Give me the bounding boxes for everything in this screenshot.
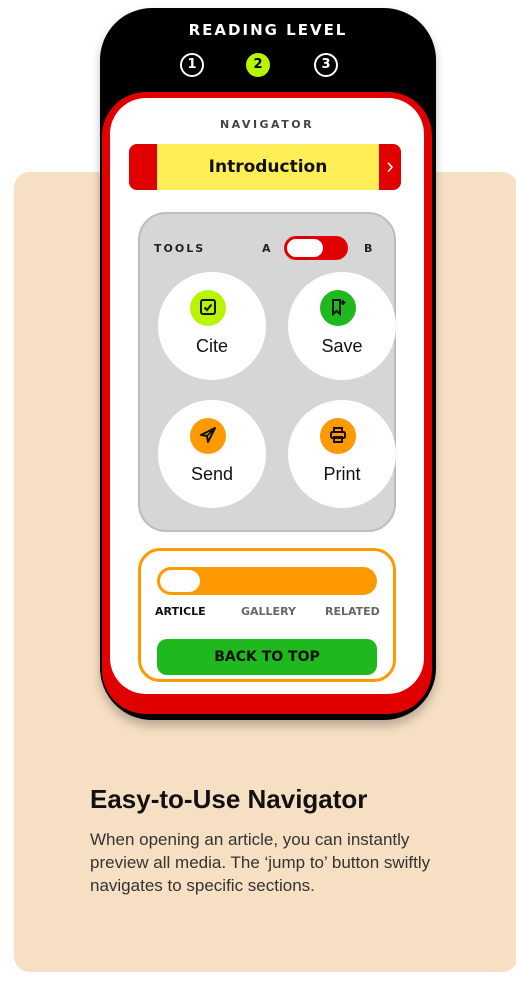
save-label: Save bbox=[321, 336, 363, 356]
media-tab-slider-knob[interactable] bbox=[160, 570, 200, 592]
media-navigation-panel: ARTICLE GALLERY RELATED BACK TO TOP bbox=[138, 548, 396, 682]
reading-level-1-button[interactable]: 1 bbox=[180, 53, 204, 77]
next-section-chevron-icon[interactable]: › bbox=[379, 144, 401, 190]
cite-label: Cite bbox=[195, 336, 228, 356]
tools-label: TOOLS bbox=[154, 242, 206, 255]
send-label: Send bbox=[190, 464, 234, 484]
tab-gallery[interactable]: GALLERY bbox=[241, 605, 296, 618]
save-button[interactable]: Save bbox=[288, 272, 396, 380]
back-to-top-button[interactable]: BACK TO TOP bbox=[157, 639, 377, 675]
navigator-label: NAVIGATOR bbox=[219, 118, 315, 131]
media-tab-slider[interactable] bbox=[157, 567, 377, 595]
cite-button[interactable]: Cite bbox=[158, 272, 266, 380]
navigator-frame: NAVIGATOR Introduction › TOOLS A B Cite bbox=[102, 92, 432, 714]
send-button[interactable]: Send bbox=[158, 400, 266, 508]
current-section-label: Introduction bbox=[208, 157, 328, 177]
toggle-label-a: A bbox=[262, 242, 271, 255]
print-label: Print bbox=[323, 464, 361, 484]
tools-ab-toggle[interactable] bbox=[284, 236, 348, 260]
tab-article[interactable]: ARTICLE bbox=[155, 605, 206, 618]
check-square-icon bbox=[190, 290, 226, 326]
section-selector[interactable]: Introduction › bbox=[129, 144, 401, 190]
navigator-panel: NAVIGATOR Introduction › TOOLS A B Cite bbox=[110, 98, 424, 694]
toggle-label-b: B bbox=[364, 242, 373, 255]
paper-plane-icon bbox=[190, 418, 226, 454]
feature-heading: Easy-to-Use Navigator bbox=[90, 784, 368, 814]
bookmark-add-icon bbox=[320, 290, 356, 326]
tools-panel: TOOLS A B Cite Save Send Print bbox=[138, 212, 396, 532]
toggle-knob bbox=[287, 239, 323, 257]
reading-level-title: READING LEVEL bbox=[188, 21, 348, 39]
printer-icon bbox=[320, 418, 356, 454]
section-selector-left-cap bbox=[129, 144, 157, 190]
reading-level-3-button[interactable]: 3 bbox=[314, 53, 338, 77]
print-button[interactable]: Print bbox=[288, 400, 396, 508]
feature-description: When opening an article, you can instant… bbox=[90, 830, 431, 895]
tab-related[interactable]: RELATED bbox=[325, 605, 380, 618]
phone-mockup: READING LEVEL 1 2 3 NAVIGATOR Introducti… bbox=[100, 8, 436, 720]
reading-level-2-button[interactable]: 2 bbox=[246, 53, 270, 77]
